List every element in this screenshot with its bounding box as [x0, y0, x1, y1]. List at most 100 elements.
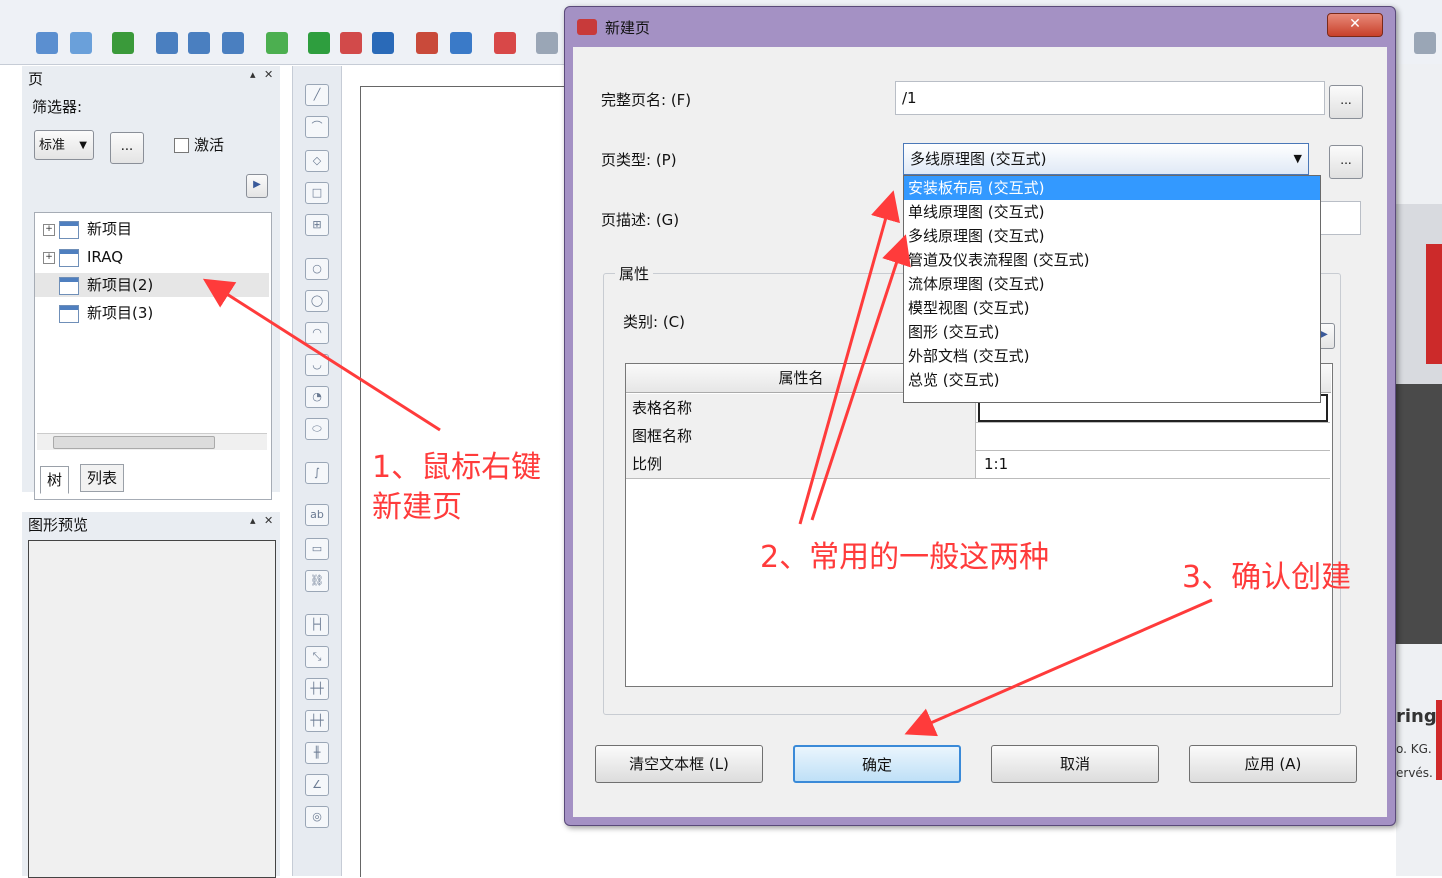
dialog-titlebar[interactable]: 新建页 ✕ [565, 7, 1395, 47]
ok-button[interactable]: 确定 [793, 745, 961, 783]
project-icon [59, 220, 79, 239]
dropdown-option[interactable]: 管道及仪表流程图 (交互式) [904, 248, 1320, 272]
close-icon[interactable]: ✕ [264, 514, 273, 527]
full-name-input[interactable]: /1 [895, 81, 1325, 115]
activate-checkbox[interactable] [174, 138, 189, 153]
page-type-select[interactable]: 多线原理图 (交互式) ▼ [903, 143, 1309, 175]
properties-grid: 属性名 表格名称 图框名称 比例 1:1 [625, 363, 1333, 687]
rectangle-tool-icon[interactable]: □ [305, 182, 329, 204]
dropdown-option[interactable]: 外部文档 (交互式) [904, 344, 1320, 368]
panel-title: 图形预览 [28, 516, 89, 534]
toolbar-numbering2-icon[interactable] [188, 32, 210, 54]
properties-group-title: 属性 [615, 263, 654, 284]
dialog-body: 完整页名: (F) /1 ... 页类型: (P) 多线原理图 (交互式) ▼ … [573, 47, 1387, 817]
toolbar-flag-icon[interactable] [372, 32, 394, 54]
toolbar-error-icon[interactable] [340, 32, 362, 54]
toolbar-page2-icon[interactable] [70, 32, 92, 54]
link-tool-icon[interactable]: ⛓ [305, 570, 329, 592]
dimension3-tool-icon[interactable]: ┼┼ [305, 678, 329, 700]
toolbar-report-icon[interactable] [416, 32, 438, 54]
pin-icon[interactable]: ▴ [250, 514, 256, 527]
tree-item[interactable]: 新项目(3) [43, 301, 153, 325]
toolbar-page-icon[interactable] [36, 32, 58, 54]
bg-text: ervés. [1396, 766, 1433, 780]
line-tool-icon[interactable]: ╱ [305, 84, 329, 106]
dropdown-option[interactable]: 流体原理图 (交互式) [904, 272, 1320, 296]
page-desc-input[interactable] [1319, 201, 1361, 235]
toolbar-right-icon[interactable] [1414, 32, 1436, 54]
circle2-tool-icon[interactable]: ◯ [305, 290, 329, 312]
dropdown-option[interactable]: 安装板布局 (交互式) [904, 176, 1320, 200]
toolbar-misc-icon[interactable] [536, 32, 558, 54]
dropdown-option[interactable]: 多线原理图 (交互式) [904, 224, 1320, 248]
text-tool-icon[interactable]: ab [305, 504, 329, 526]
ellipse-tool-icon[interactable]: ⬭ [305, 418, 329, 440]
tree-item-label: 新项目 [87, 220, 133, 238]
tree-item-label: 新项目(3) [87, 304, 154, 322]
spline-tool-icon[interactable]: ∫ [305, 462, 329, 484]
polyline-tool-icon[interactable]: ⌒ [305, 116, 329, 138]
dimension-tool-icon[interactable]: ├┤ [305, 614, 329, 636]
horizontal-scrollbar[interactable] [37, 433, 267, 450]
tab-tree[interactable]: 树 [40, 466, 70, 494]
toolbar-export-icon[interactable] [450, 32, 472, 54]
close-button[interactable]: ✕ [1327, 13, 1383, 37]
toolbar-verify-icon[interactable] [308, 32, 330, 54]
page-tree: + 新项目 + IRAQ 新项目(2) 新项目(3) [34, 212, 272, 500]
property-value[interactable] [978, 422, 1328, 450]
cancel-button[interactable]: 取消 [991, 745, 1159, 783]
arc-tool-icon[interactable]: ◠ [305, 322, 329, 344]
tree-item[interactable]: + 新项目 [43, 217, 132, 241]
dimension4-tool-icon[interactable]: ┼┼ [305, 710, 329, 732]
image-tool-icon[interactable]: ▭ [305, 538, 329, 560]
polygon-tool-icon[interactable]: ◇ [305, 150, 329, 172]
tree-item-selected[interactable]: 新项目(2) [35, 273, 269, 297]
full-name-browse-button[interactable]: ... [1329, 85, 1363, 119]
dimension5-tool-icon[interactable]: ╫ [305, 742, 329, 764]
filter-more-button[interactable]: ... [110, 132, 144, 164]
dropdown-option[interactable]: 单线原理图 (交互式) [904, 200, 1320, 224]
scrollbar-thumb[interactable] [53, 436, 215, 449]
insert-tool-icon[interactable]: ⊞ [305, 214, 329, 236]
apply-button[interactable]: 应用 (A) [1189, 745, 1357, 783]
table-row[interactable]: 图框名称 [626, 422, 1330, 451]
close-icon[interactable]: ✕ [264, 68, 273, 81]
toolbar-check-icon[interactable] [266, 32, 288, 54]
chevron-down-icon: ▼ [79, 140, 87, 151]
toolbar-delete-icon[interactable] [494, 32, 516, 54]
graphics-preview-panel: 图形预览 ▴ ✕ [22, 512, 280, 878]
sector-tool-icon[interactable]: ◔ [305, 386, 329, 408]
clear-button[interactable]: 清空文本框 (L) [595, 745, 763, 783]
toolbar-puzzle-icon[interactable] [112, 32, 134, 54]
property-name: 比例 [626, 450, 976, 478]
radius-tool-icon[interactable]: ◎ [305, 806, 329, 828]
tab-list[interactable]: 列表 [80, 464, 125, 492]
angle-tool-icon[interactable]: ∠ [305, 774, 329, 796]
table-row[interactable]: 比例 1:1 [626, 450, 1330, 479]
drawing-toolbar: ╱ ⌒ ◇ □ ⊞ ○ ◯ ◠ ◡ ◔ ⬭ ∫ ab ▭ ⛓ ├┤ ⤡ ┼┼ ┼… [292, 66, 342, 876]
property-value[interactable]: 1:1 [978, 450, 1328, 478]
bg-text: ring [1396, 706, 1437, 727]
circle-tool-icon[interactable]: ○ [305, 258, 329, 280]
expand-icon[interactable]: + [43, 251, 55, 264]
toolbar-numbering-icon[interactable] [156, 32, 178, 54]
dropdown-option[interactable]: 图形 (交互式) [904, 320, 1320, 344]
tree-connector [43, 280, 55, 292]
filter-select[interactable]: 标准 ▼ [34, 130, 94, 160]
dropdown-option[interactable]: 总览 (交互式) [904, 368, 1320, 392]
expand-arrow-icon[interactable]: ▶ [246, 174, 268, 198]
expand-icon[interactable]: + [43, 223, 55, 236]
annotation-step1: 1、鼠标右键 [372, 450, 542, 485]
page-type-browse-button[interactable]: ... [1329, 145, 1363, 179]
page-type-value: 多线原理图 (交互式) [910, 150, 1047, 168]
dropdown-option[interactable]: 模型视图 (交互式) [904, 296, 1320, 320]
project-icon [59, 304, 79, 323]
filter-label: 筛选器: [32, 98, 83, 116]
project-icon [59, 276, 79, 295]
category-label: 类别: (C) [623, 313, 685, 331]
arc2-tool-icon[interactable]: ◡ [305, 354, 329, 376]
dimension2-tool-icon[interactable]: ⤡ [305, 646, 329, 668]
pin-icon[interactable]: ▴ [250, 68, 256, 81]
toolbar-sort-icon[interactable] [222, 32, 244, 54]
tree-item[interactable]: + IRAQ [43, 245, 123, 269]
